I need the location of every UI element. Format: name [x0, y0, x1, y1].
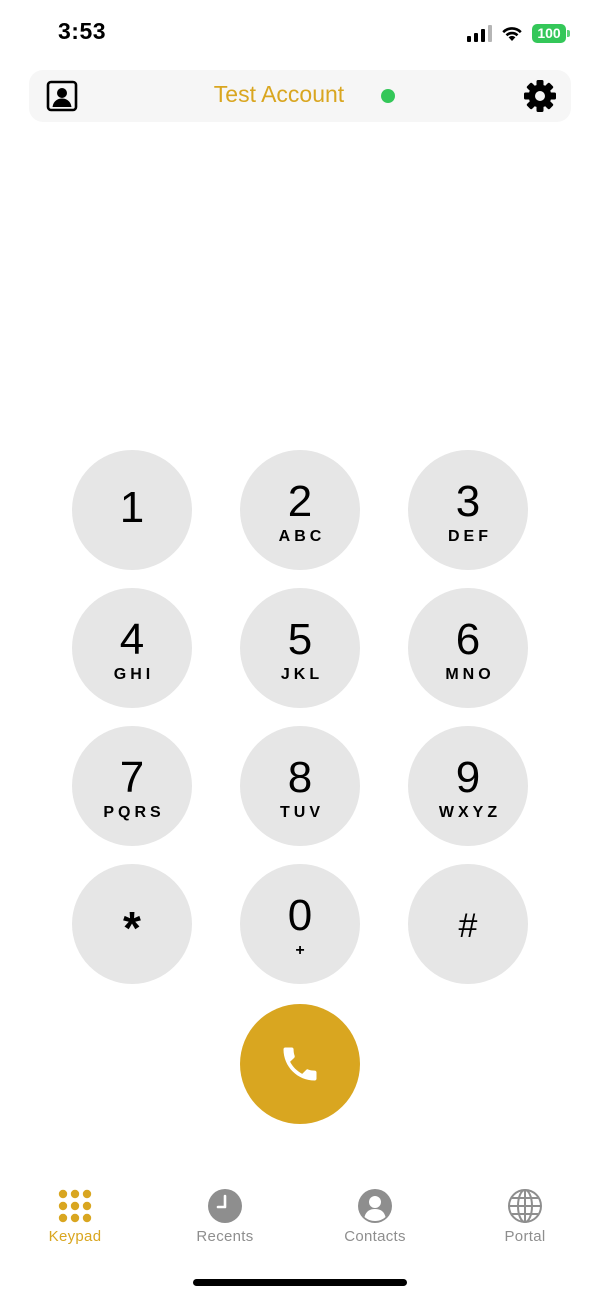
gear-icon[interactable]: [523, 79, 557, 113]
key-star[interactable]: *: [72, 864, 192, 984]
status-icons: 100: [467, 21, 570, 45]
key-letters: +: [295, 942, 309, 959]
account-name[interactable]: Test Account: [179, 81, 379, 108]
keypad-grid-icon: [58, 1189, 92, 1223]
key-digit: #: [458, 907, 478, 945]
key-letters: MNO: [445, 666, 495, 683]
wifi-icon: [502, 27, 522, 41]
online-status-indicator: [381, 89, 395, 103]
key-digit: 1: [119, 483, 145, 532]
key-letters: DEF: [448, 528, 492, 545]
bottom-tab-bar: Keypad Recents Contacts Portal: [0, 1180, 600, 1260]
key-letters: WXYZ: [438, 804, 502, 821]
key-digit: 9: [455, 753, 481, 802]
key-digit: 5: [287, 615, 313, 664]
key-2[interactable]: 2 ABC: [240, 450, 360, 570]
home-indicator: [193, 1279, 407, 1286]
tab-contacts[interactable]: Contacts: [315, 1180, 435, 1252]
key-digit: 7: [119, 753, 145, 802]
key-6[interactable]: 6 MNO: [408, 588, 528, 708]
key-8[interactable]: 8 TUV: [240, 726, 360, 846]
clock-icon: [208, 1189, 242, 1223]
key-5[interactable]: 5 JKL: [240, 588, 360, 708]
account-header: Test Account: [29, 70, 571, 122]
key-9[interactable]: 9 WXYZ: [408, 726, 528, 846]
call-button[interactable]: [240, 1004, 360, 1124]
contact-card-icon[interactable]: [46, 80, 78, 112]
key-digit: 8: [287, 753, 313, 802]
tab-label: Contacts: [344, 1228, 406, 1245]
tab-recents[interactable]: Recents: [165, 1180, 285, 1252]
tab-label: Recents: [196, 1228, 254, 1245]
phone-icon: [283, 1047, 317, 1081]
key-digit: 6: [455, 615, 481, 664]
key-letters: TUV: [280, 804, 324, 821]
key-digit: 2: [287, 477, 313, 526]
key-3[interactable]: 3 DEF: [408, 450, 528, 570]
key-digit: 3: [455, 477, 481, 526]
tab-label: Portal: [504, 1228, 546, 1245]
key-1[interactable]: 1: [72, 450, 192, 570]
battery-icon: 100: [532, 23, 570, 43]
key-letters: GHI: [113, 666, 155, 683]
battery-level: 100: [532, 23, 566, 43]
key-letters: JKL: [280, 666, 324, 683]
key-4[interactable]: 4 GHI: [72, 588, 192, 708]
status-bar: 3:53 100: [0, 0, 600, 66]
key-letters: PQRS: [103, 804, 165, 821]
key-hash[interactable]: #: [408, 864, 528, 984]
person-circle-icon: [358, 1189, 392, 1223]
tab-keypad[interactable]: Keypad: [15, 1180, 135, 1252]
key-0[interactable]: 0 +: [240, 864, 360, 984]
key-7[interactable]: 7 PQRS: [72, 726, 192, 846]
tab-label: Keypad: [48, 1228, 102, 1245]
key-digit: *: [123, 902, 141, 954]
tab-portal[interactable]: Portal: [465, 1180, 585, 1252]
status-time: 3:53: [58, 18, 107, 44]
globe-icon: [508, 1189, 542, 1223]
signal-bars-icon: [467, 24, 492, 42]
key-digit: 0: [287, 891, 313, 940]
key-letters: ABC: [278, 528, 326, 545]
key-digit: 4: [119, 615, 145, 664]
